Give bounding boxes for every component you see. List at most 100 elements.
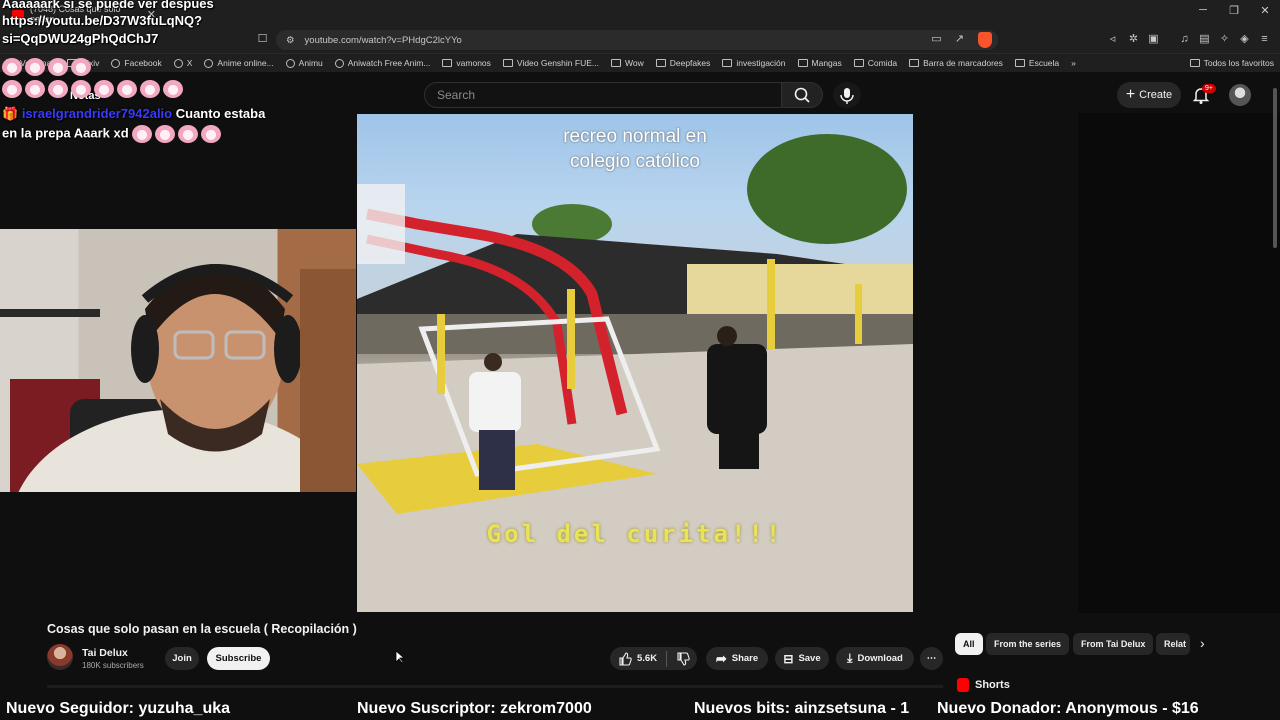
voice-search-button[interactable] [833, 82, 861, 108]
account-avatar[interactable] [1229, 84, 1251, 106]
bookmark-item[interactable]: Wow [605, 54, 650, 72]
bookmark-label: investigación [736, 58, 786, 68]
emote-icon [2, 58, 22, 76]
chat-message: 🎁 israelgrandrider7942alio Cuanto estaba [2, 106, 265, 122]
gift-icon: 🎁 [2, 106, 19, 121]
video-caption-top-1: recreo normal en [563, 126, 707, 147]
chip-related[interactable]: Relat [1156, 633, 1190, 655]
folder-icon [853, 59, 864, 67]
more-actions-button[interactable]: ⋯ [920, 647, 943, 670]
overlay-note-line-1: Aaaaaark si se puede ver despues [2, 0, 214, 11]
vpn-icon[interactable]: ◈ [1238, 33, 1251, 46]
page-scrollbar[interactable] [1273, 88, 1277, 248]
download-button[interactable]: ⤓ Download [836, 647, 914, 670]
wallet-icon[interactable]: ▤ [1198, 33, 1211, 46]
subscribe-button[interactable]: Subscribe [207, 647, 270, 670]
channel-avatar[interactable] [47, 644, 73, 670]
brave-shield-icon[interactable] [978, 32, 992, 48]
emote-icon [132, 125, 153, 143]
streamer-webcam [0, 229, 356, 492]
emote-icon [2, 80, 22, 98]
chip-all[interactable]: All [955, 633, 983, 655]
folder-icon [610, 59, 621, 67]
folder-icon [909, 59, 920, 67]
like-dislike-group: 5.6K [610, 647, 697, 670]
close-window-button[interactable]: ✕ [1250, 4, 1280, 17]
bookmark-item[interactable]: vamonos [436, 54, 497, 72]
chat-text-1: Cuanto estaba [175, 106, 266, 121]
description-box-edge [47, 685, 943, 688]
minimize-button[interactable]: ─ [1188, 4, 1218, 16]
microphone-icon [840, 88, 854, 104]
chip-from-channel[interactable]: From Tai Delux [1073, 633, 1154, 655]
folder-icon [1189, 59, 1200, 67]
search-icon [794, 87, 810, 103]
video-player[interactable]: recreo normal en colegio católico Gol de… [357, 114, 913, 612]
chip-from-series[interactable]: From the series [986, 633, 1070, 655]
alert-subscriber: Nuevo Suscriptor: zekrom7000 [357, 699, 592, 717]
rewards-icon[interactable]: ◃ [1106, 33, 1119, 46]
video-caption-bottom: Gol del curita!!! [486, 520, 784, 548]
media-icon[interactable]: ♫ [1178, 33, 1191, 46]
folder-icon [655, 59, 666, 67]
extensions-icon[interactable]: ✲ [1127, 33, 1140, 46]
alert-donor: Nuevo Donador: Anonymous - $16 [937, 699, 1199, 717]
install-app-icon[interactable]: ▭ [930, 33, 943, 46]
subscribe-label: Subscribe [215, 653, 262, 664]
bookmarks-overflow-chevron-icon[interactable]: » [1065, 54, 1082, 72]
menu-icon[interactable]: ≡ [1258, 33, 1271, 46]
chips-next-chevron-icon[interactable]: › [1200, 635, 1205, 651]
channel-name[interactable]: Tai Delux [82, 647, 128, 659]
search-button[interactable] [781, 82, 823, 108]
bookmark-item[interactable]: Deepfakes [650, 54, 717, 72]
bookmark-item[interactable]: Todos los favoritos [1184, 54, 1280, 72]
create-button[interactable]: + Create [1117, 82, 1181, 108]
plus-icon: + [1125, 86, 1136, 103]
join-button[interactable]: Join [165, 647, 199, 670]
emote-icon [48, 80, 68, 98]
bookmark-item[interactable]: Video Genshin FUE... [497, 54, 605, 72]
save-button[interactable]: ⊟ Save [775, 647, 829, 670]
folder-icon [797, 59, 808, 67]
bookmark-item[interactable]: Barra de marcadores [903, 54, 1009, 72]
notification-badge: 9+ [1202, 84, 1216, 93]
save-icon: ⊟ [783, 651, 794, 666]
join-label: Join [172, 653, 192, 664]
shorts-logo-icon [957, 678, 969, 692]
bookmark-label: Mangas [811, 58, 842, 68]
video-caption-top-2: colegio católico [570, 151, 700, 172]
like-count[interactable]: 5.6K [637, 653, 657, 664]
alert-follower: Nuevo Seguidor: yuzuha_uka [6, 699, 231, 717]
alert-bits: Nuevos bits: ainzsetsuna - 1 [694, 699, 910, 717]
search-input[interactable]: Search [424, 82, 782, 108]
video-title: Cosas que solo pasan en la escuela ( Rec… [47, 622, 357, 636]
more-icon: ⋯ [926, 653, 937, 664]
bookmark-item[interactable]: Escuela [1009, 54, 1065, 72]
right-panel [1078, 113, 1280, 613]
emote-row-2 [2, 80, 186, 98]
bookmark-item[interactable]: Mangas [792, 54, 848, 72]
share-label: Share [731, 653, 759, 664]
bookmark-item[interactable]: Comida [848, 54, 903, 72]
bookmark-label: Comida [867, 58, 898, 68]
emote-icon [25, 58, 45, 76]
like-icon[interactable] [618, 651, 632, 666]
bookmark-label: vamonos [456, 58, 491, 68]
emote-icon [163, 80, 183, 98]
restore-button[interactable]: ❐ [1219, 4, 1249, 17]
sidebar-icon[interactable]: ▣ [1147, 33, 1160, 46]
emote-icon [201, 125, 222, 143]
dislike-icon[interactable] [676, 651, 690, 666]
leo-ai-icon[interactable]: ✧ [1218, 33, 1231, 46]
share-button[interactable]: ➦ Share [706, 647, 768, 670]
webcam-scene [0, 229, 356, 492]
download-icon: ⤓ [847, 651, 853, 665]
share-page-icon[interactable]: ↗ [953, 33, 966, 46]
chat-username: israelgrandrider7942alio [21, 106, 173, 121]
download-label: Download [857, 653, 903, 664]
emote-row-1 [2, 58, 94, 76]
bookmark-item[interactable]: investigación [716, 54, 791, 72]
address-bar[interactable]: ⚙ youtube.com/watch?v=PHdgC2lcYYo [276, 30, 998, 50]
emote-icon [140, 80, 160, 98]
save-label: Save [798, 653, 821, 664]
